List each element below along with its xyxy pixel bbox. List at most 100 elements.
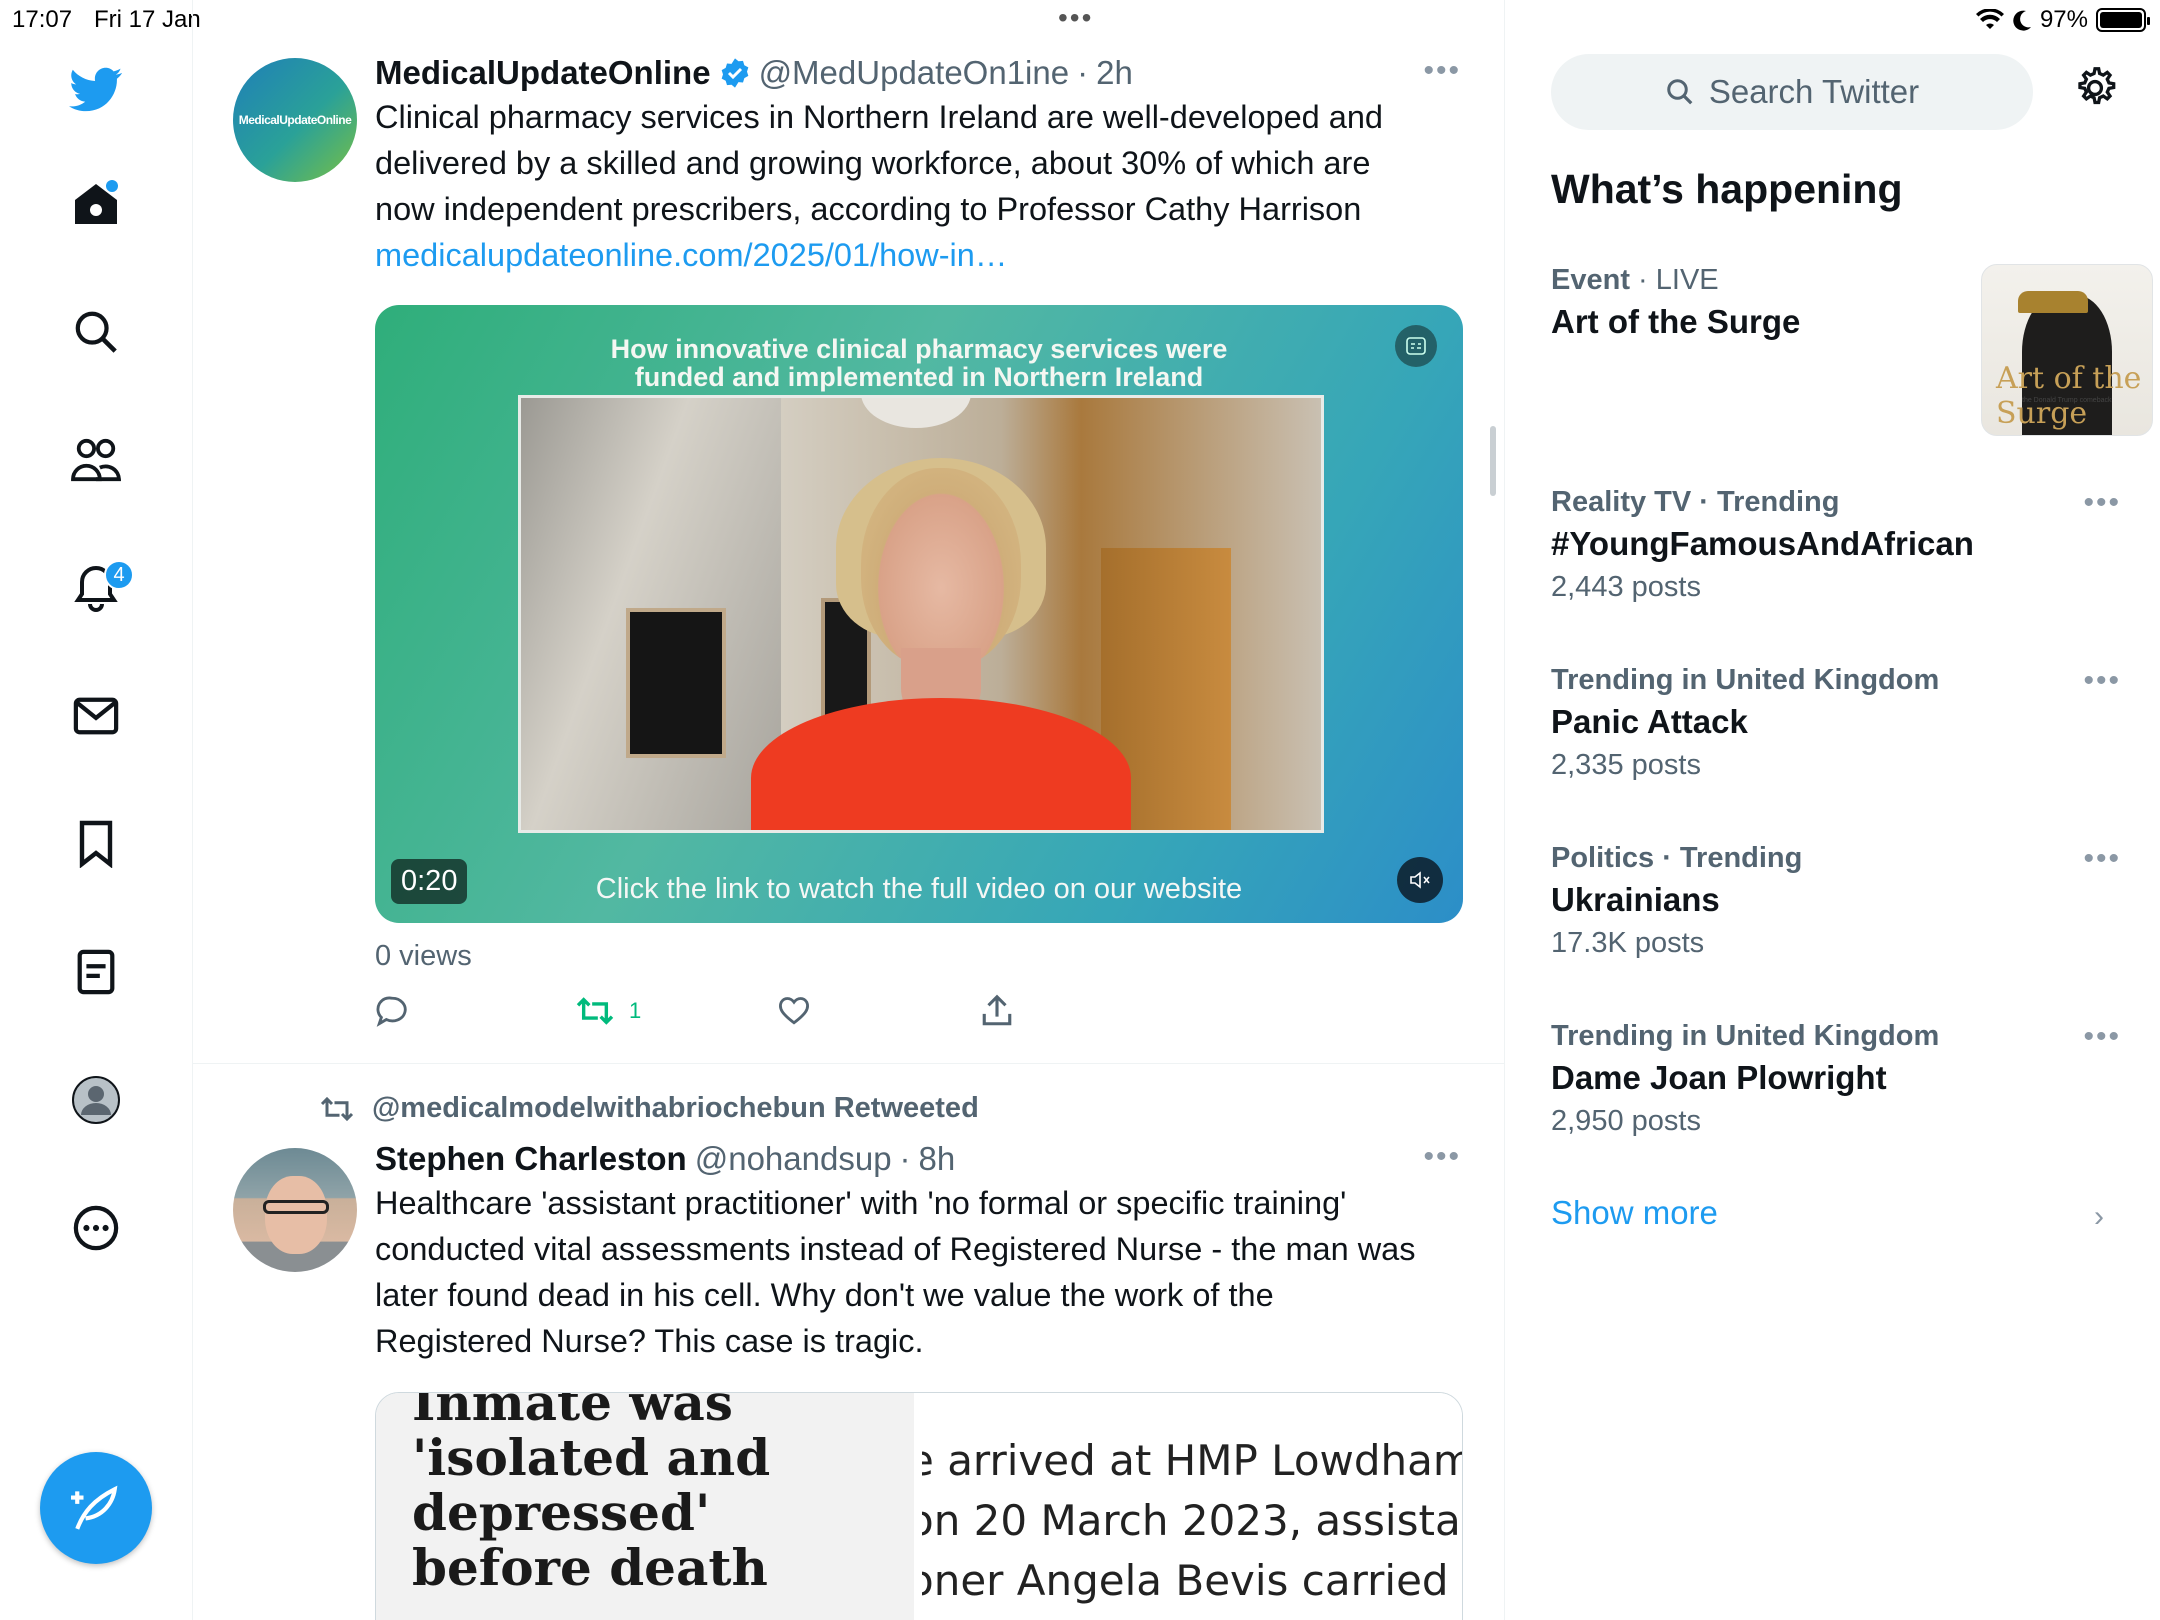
view-count: 0 views bbox=[375, 940, 472, 972]
settings-gear-icon[interactable] bbox=[2073, 66, 2117, 115]
event-image-title: Art of the Surge bbox=[1996, 361, 2142, 431]
trend-title: #YoungFamousAndAfrican bbox=[1551, 525, 1974, 562]
retweeted-by[interactable]: @medicalmodelwithabriochebun Retweeted bbox=[318, 1092, 979, 1125]
reply-button[interactable] bbox=[375, 994, 409, 1028]
link-card[interactable]: Inmate was 'isolated and depressed' befo… bbox=[375, 1392, 1463, 1620]
tweet-more-icon[interactable]: ••• bbox=[1423, 1140, 1461, 1174]
author-name[interactable]: MedicalUpdateOnline bbox=[375, 54, 711, 92]
video-title: How innovative clinical pharmacy service… bbox=[375, 335, 1463, 391]
retweeted-by-text: @medicalmodelwithabriochebun Retweeted bbox=[372, 1092, 979, 1124]
author-handle[interactable]: @MedUpdateOn1ine bbox=[759, 54, 1070, 92]
trend-item[interactable]: Trending in United Kingdom Panic Attack … bbox=[1551, 664, 2121, 782]
card-body-line: e arrived at HMP Lowdham bbox=[922, 1436, 1463, 1485]
more-circle-icon[interactable] bbox=[66, 1198, 126, 1258]
video-player[interactable]: How innovative clinical pharmacy service… bbox=[375, 305, 1463, 923]
event-thumbnail[interactable]: Art of the Surge the Donald Trump comeba… bbox=[1981, 264, 2153, 436]
mute-icon[interactable] bbox=[1397, 857, 1443, 903]
retweet-icon bbox=[320, 1096, 354, 1121]
left-navigation: 4 bbox=[0, 0, 193, 1620]
separator: · bbox=[1077, 54, 1089, 91]
twitter-bird-icon[interactable] bbox=[66, 60, 126, 120]
tweet-body: Clinical pharmacy services in Northern I… bbox=[375, 99, 1383, 227]
trend-item[interactable]: Trending in United Kingdom Dame Joan Plo… bbox=[1551, 1020, 2121, 1138]
communities-icon[interactable] bbox=[66, 430, 126, 490]
card-body-text: e arrived at HMP Lowdham on 20 March 202… bbox=[922, 1431, 1463, 1611]
video-caption: Click the link to watch the full video o… bbox=[595, 873, 1243, 905]
search-icon bbox=[1667, 79, 1693, 105]
trend-item[interactable]: Politics · Trending Ukrainians 17.3K pos… bbox=[1551, 842, 2121, 960]
trend-item-event[interactable]: Event · LIVE Art of the Surge Art of the… bbox=[1551, 264, 2153, 436]
trend-title: Dame Joan Plowright bbox=[1551, 1059, 1887, 1096]
right-sidebar: Search Twitter What’s happening Event · … bbox=[1505, 0, 2160, 1620]
tweet-actions: 1 bbox=[375, 994, 1175, 1044]
card-body-line: oner Angela Bevis carried o bbox=[922, 1556, 1463, 1605]
video-title-line2: funded and implemented in Northern Irela… bbox=[634, 362, 1204, 392]
tweet-text: Healthcare 'assistant practitioner' with… bbox=[375, 1185, 1416, 1359]
notifications-badge: 4 bbox=[104, 560, 134, 590]
trend-count: 17.3K posts bbox=[1551, 927, 1705, 959]
chevron-right-icon: › bbox=[2094, 1200, 2104, 1233]
compose-tweet-button[interactable] bbox=[40, 1452, 152, 1564]
trend-more-icon[interactable]: ••• bbox=[2083, 842, 2121, 876]
share-icon bbox=[982, 994, 1012, 1026]
avatar[interactable] bbox=[233, 1148, 357, 1272]
tweet-link[interactable]: medicalupdateonline.com/2025/01/how-in… bbox=[375, 237, 1007, 273]
video-title-line1: How innovative clinical pharmacy service… bbox=[610, 334, 1228, 364]
video-frame bbox=[518, 395, 1324, 833]
search-icon[interactable] bbox=[66, 302, 126, 362]
retweet-icon bbox=[576, 997, 614, 1025]
trend-more-icon[interactable]: ••• bbox=[2083, 664, 2121, 698]
lists-icon[interactable] bbox=[66, 942, 126, 1002]
trend-category: Politics · Trending bbox=[1551, 842, 1803, 874]
card-image-body: e arrived at HMP Lowdham on 20 March 202… bbox=[922, 1393, 1463, 1620]
retweet-button[interactable]: 1 bbox=[575, 994, 641, 1028]
avatar[interactable]: MedicalUpdateOnline bbox=[233, 58, 357, 182]
card-body-line: on 20 March 2023, assistar bbox=[922, 1496, 1463, 1545]
home-icon[interactable] bbox=[66, 174, 126, 234]
search-placeholder: Search Twitter bbox=[1708, 73, 1920, 110]
search-input[interactable]: Search Twitter bbox=[1551, 54, 2033, 130]
trend-title: Ukrainians bbox=[1551, 881, 1720, 918]
heart-icon bbox=[779, 997, 809, 1025]
avatar-logo-text: MedicalUpdateOnline bbox=[238, 113, 352, 127]
separator: · bbox=[899, 1140, 911, 1177]
live-label: LIVE bbox=[1655, 264, 1719, 296]
tweet[interactable]: MedicalUpdateOnline MedicalUpdateOnline … bbox=[193, 40, 1505, 1064]
reply-icon bbox=[376, 996, 407, 1027]
scrollbar[interactable] bbox=[1490, 426, 1496, 496]
tweet-more-icon[interactable]: ••• bbox=[1423, 54, 1461, 88]
whats-happening-heading: What’s happening bbox=[1551, 166, 1903, 212]
retweet-count: 1 bbox=[629, 998, 642, 1023]
trend-category: Event bbox=[1551, 264, 1630, 296]
trend-item[interactable]: Reality TV · Trending #YoungFamousAndAfr… bbox=[1551, 486, 2121, 604]
tweet[interactable]: @medicalmodelwithabriochebun Retweeted S… bbox=[193, 1064, 1505, 1620]
messages-mail-icon[interactable] bbox=[66, 686, 126, 746]
wall-picture bbox=[626, 608, 726, 758]
captions-icon[interactable] bbox=[1395, 325, 1437, 367]
trend-more-icon[interactable]: ••• bbox=[2083, 486, 2121, 520]
trend-more-icon[interactable]: ••• bbox=[2083, 1020, 2121, 1054]
home-unread-dot bbox=[106, 180, 118, 192]
show-more-link[interactable]: Show more bbox=[1551, 1194, 1718, 1232]
tweet-age[interactable]: 8h bbox=[919, 1140, 956, 1178]
card-headline-text: Inmate was 'isolated and depressed' befo… bbox=[412, 1392, 771, 1597]
like-button[interactable] bbox=[777, 994, 811, 1026]
tweet-header: Stephen Charleston @nohandsup · 8h bbox=[375, 1140, 955, 1178]
tweet-header: MedicalUpdateOnline @MedUpdateOn1ine · 2… bbox=[375, 54, 1133, 92]
author-name[interactable]: Stephen Charleston bbox=[375, 1140, 687, 1178]
trend-category: Reality TV · Trending bbox=[1551, 486, 1840, 518]
notifications-bell-icon[interactable]: 4 bbox=[66, 558, 134, 618]
bookmark-icon[interactable] bbox=[66, 814, 126, 874]
share-button[interactable] bbox=[981, 994, 1013, 1028]
author-handle[interactable]: @nohandsup bbox=[695, 1140, 892, 1178]
compose-feather-icon bbox=[71, 1485, 118, 1530]
profile-avatar-icon[interactable] bbox=[66, 1070, 126, 1130]
verified-badge-icon bbox=[721, 58, 748, 88]
trend-category: Trending in United Kingdom bbox=[1551, 1020, 1940, 1052]
trend-count: 2,443 posts bbox=[1551, 571, 1701, 603]
card-image-headline: Inmate was 'isolated and depressed' befo… bbox=[376, 1393, 914, 1620]
event-image-subtitle: the Donald Trump comeback bbox=[2022, 397, 2112, 404]
video-duration: 0:20 bbox=[391, 859, 468, 904]
tweet-age[interactable]: 2h bbox=[1096, 54, 1133, 92]
trend-category: Trending in United Kingdom bbox=[1551, 664, 1940, 696]
